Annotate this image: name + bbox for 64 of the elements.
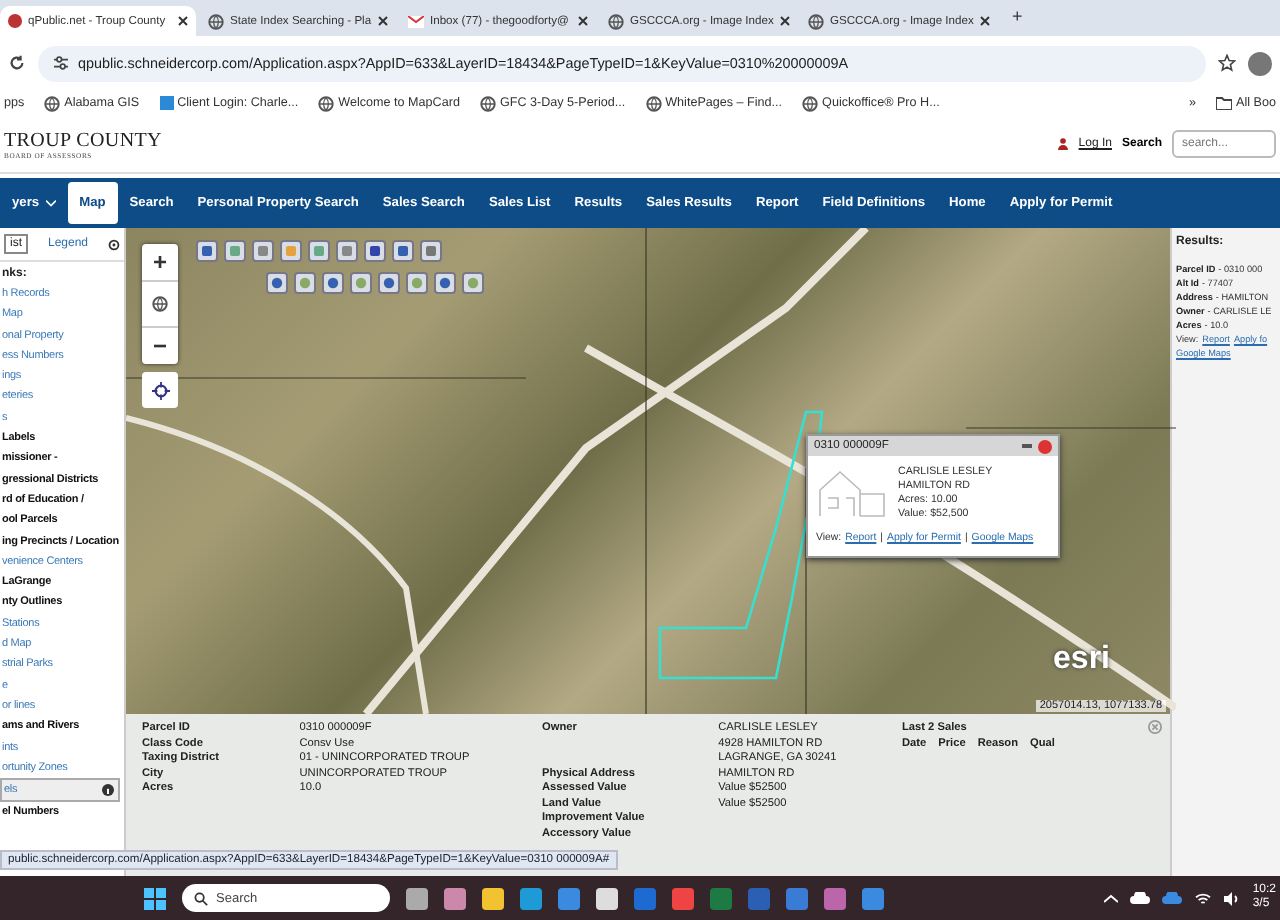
close-icon[interactable] <box>378 16 388 26</box>
close-icon[interactable] <box>979 16 990 26</box>
app-icon[interactable] <box>482 887 504 909</box>
map-tool-button[interactable] <box>364 240 386 262</box>
globe-icon <box>208 13 224 29</box>
map-tool-button[interactable] <box>280 240 302 262</box>
site-icon <box>8 14 22 28</box>
globe-icon <box>802 95 819 111</box>
close-button[interactable] <box>1038 439 1052 453</box>
folder-icon <box>1216 96 1233 110</box>
zoom-out-button[interactable]: − <box>142 328 178 364</box>
globe-icon <box>318 95 335 111</box>
map-tool-button[interactable] <box>406 272 428 294</box>
info-icon[interactable] <box>102 784 114 797</box>
map-tool-button[interactable] <box>224 240 246 262</box>
caret-icon <box>45 199 56 207</box>
map-tool-button[interactable] <box>308 240 330 262</box>
globe-icon <box>645 95 662 111</box>
globe-icon <box>152 296 168 312</box>
start-icon[interactable] <box>144 887 166 909</box>
globe-icon <box>479 95 496 111</box>
map-tool-button[interactable] <box>462 272 484 294</box>
wifi-icon[interactable] <box>1194 891 1213 905</box>
close-icon[interactable] <box>779 16 790 26</box>
minimize-icon[interactable] <box>1022 443 1032 449</box>
map-tool-button[interactable] <box>294 272 316 294</box>
globe-icon <box>44 95 61 111</box>
map-tool-button[interactable] <box>252 240 274 262</box>
user-icon <box>1058 138 1069 150</box>
globe-icon <box>608 13 624 29</box>
locate-button[interactable] <box>142 372 178 408</box>
chevron-icon[interactable] <box>1104 893 1119 903</box>
map-tool-button[interactable] <box>322 272 344 294</box>
settings-icon[interactable] <box>108 237 120 251</box>
mail-icon <box>408 15 424 27</box>
map-attribution: esri <box>1053 642 1110 678</box>
map-tool-button[interactable] <box>392 240 414 262</box>
app-icon[interactable] <box>406 887 428 909</box>
bookmark-logo-icon <box>159 96 174 110</box>
close-icon[interactable] <box>578 16 588 26</box>
star-icon[interactable] <box>1218 54 1236 72</box>
site-settings-icon <box>54 56 68 70</box>
house-sketch-icon <box>816 466 888 518</box>
zoom-in-button[interactable]: + <box>142 244 178 282</box>
search-icon <box>194 891 208 905</box>
map-tool-button[interactable] <box>336 240 358 262</box>
map-tool-button[interactable] <box>434 272 456 294</box>
county-logo-title: TROUP COUNTY <box>4 129 162 151</box>
map-tool-button[interactable] <box>350 272 372 294</box>
app-icon[interactable] <box>520 887 542 909</box>
cloud-icon[interactable] <box>1130 892 1151 904</box>
crosshair-icon <box>151 381 169 399</box>
map-tool-button[interactable] <box>420 240 442 262</box>
speaker-icon[interactable] <box>1224 891 1241 905</box>
close-icon[interactable] <box>178 16 188 26</box>
app-icon[interactable] <box>444 887 466 909</box>
map-tool-button[interactable] <box>196 240 218 262</box>
map-tool-button[interactable] <box>378 272 400 294</box>
new-tab-button[interactable]: + <box>1000 6 1035 36</box>
app-icon[interactable] <box>596 887 618 909</box>
reload-icon[interactable] <box>8 54 26 72</box>
avatar-icon[interactable] <box>1248 51 1272 75</box>
globe-icon <box>808 13 824 29</box>
map-tool-button[interactable] <box>266 272 288 294</box>
